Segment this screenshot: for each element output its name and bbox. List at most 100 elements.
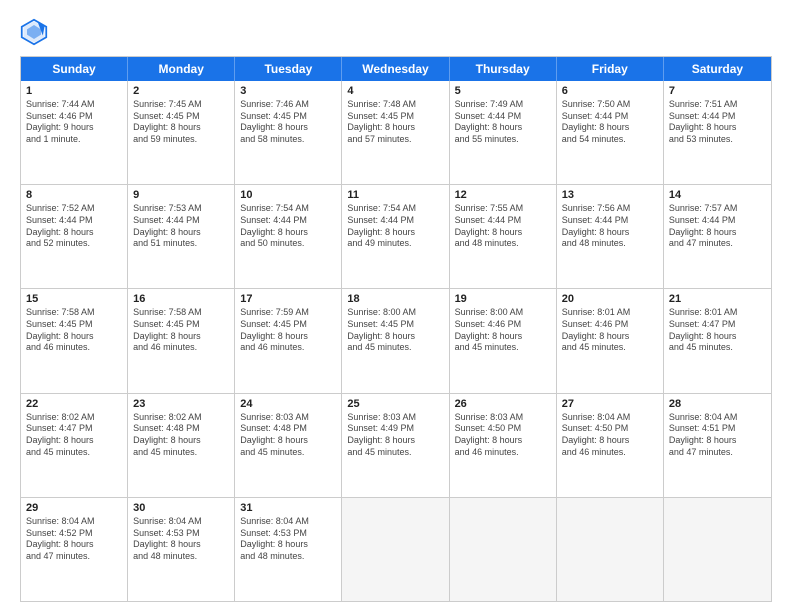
cell-info: Sunrise: 8:02 AM Sunset: 4:47 PM Dayligh…: [26, 412, 122, 459]
day-number: 16: [133, 293, 229, 305]
calendar-row-3: 15 Sunrise: 7:58 AM Sunset: 4:45 PM Dayli…: [21, 289, 771, 393]
day-number: 4: [347, 85, 443, 97]
calendar-cell-10: 10Sunrise: 7:54 AM Sunset: 4:44 PM Dayli…: [235, 185, 342, 288]
calendar-cell-empty: [557, 498, 664, 601]
day-number: 30: [133, 502, 229, 514]
header-day-monday: Monday: [128, 57, 235, 81]
calendar-cell-12: 12 Sunrise: 7:55 AM Sunset: 4:44 PM Dayli…: [450, 185, 557, 288]
calendar-cell-4: 4Sunrise: 7:48 AM Sunset: 4:45 PM Daylig…: [342, 81, 449, 184]
cell-info: Sunrise: 7:44 AM Sunset: 4:46 PM Dayligh…: [26, 99, 122, 146]
cell-info: Sunrise: 7:52 AM Sunset: 4:44 PM Dayligh…: [26, 203, 122, 250]
calendar-row-1: 1 Sunrise: 7:44 AM Sunset: 4:46 PM Daylig…: [21, 81, 771, 185]
header: [20, 18, 772, 46]
day-number: 5: [455, 85, 551, 97]
day-number: 18: [347, 293, 443, 305]
logo: [20, 18, 50, 46]
calendar-cell-1: 1 Sunrise: 7:44 AM Sunset: 4:46 PM Daylig…: [21, 81, 128, 184]
day-number: 10: [240, 189, 336, 201]
calendar-cell-2: 2Sunrise: 7:45 AM Sunset: 4:45 PM Daylig…: [128, 81, 235, 184]
calendar-cell-empty: [450, 498, 557, 601]
logo-icon: [20, 18, 48, 46]
day-number: 2: [133, 85, 229, 97]
cell-info: Sunrise: 8:03 AM Sunset: 4:48 PM Dayligh…: [240, 412, 336, 459]
calendar-cell-27: 27 Sunrise: 8:04 AM Sunset: 4:50 PM Dayli…: [557, 394, 664, 497]
cell-info: Sunrise: 7:59 AM Sunset: 4:45 PM Dayligh…: [240, 307, 336, 354]
calendar-cell-empty: [664, 498, 771, 601]
day-number: 13: [562, 189, 658, 201]
calendar-cell-24: 24 Sunrise: 8:03 AM Sunset: 4:48 PM Dayli…: [235, 394, 342, 497]
calendar-body: 1 Sunrise: 7:44 AM Sunset: 4:46 PM Daylig…: [21, 81, 771, 601]
cell-info: Sunrise: 8:03 AM Sunset: 4:50 PM Dayligh…: [455, 412, 551, 459]
day-number: 12: [455, 189, 551, 201]
calendar-row-2: 8 Sunrise: 7:52 AM Sunset: 4:44 PM Daylig…: [21, 185, 771, 289]
cell-info: Sunrise: 7:54 AM Sunset: 4:44 PM Dayligh…: [347, 203, 443, 250]
calendar-cell-empty: [342, 498, 449, 601]
calendar-cell-3: 3 Sunrise: 7:46 AM Sunset: 4:45 PM Daylig…: [235, 81, 342, 184]
day-number: 3: [240, 85, 336, 97]
day-number: 8: [26, 189, 122, 201]
calendar-row-5: 29 Sunrise: 8:04 AM Sunset: 4:52 PM Dayli…: [21, 498, 771, 601]
day-number: 15: [26, 293, 122, 305]
day-number: 6: [562, 85, 658, 97]
cell-info: Sunrise: 8:04 AM Sunset: 4:51 PM Dayligh…: [669, 412, 766, 459]
cell-info: Sunrise: 8:01 AM Sunset: 4:46 PM Dayligh…: [562, 307, 658, 354]
cell-info: Sunrise: 7:46 AM Sunset: 4:45 PM Dayligh…: [240, 99, 336, 146]
cell-info: Sunrise: 8:04 AM Sunset: 4:52 PM Dayligh…: [26, 516, 122, 563]
cell-info: Sunrise: 7:51 AM Sunset: 4:44 PM Dayligh…: [669, 99, 766, 146]
calendar-row-4: 22 Sunrise: 8:02 AM Sunset: 4:47 PM Dayli…: [21, 394, 771, 498]
cell-info: Sunrise: 7:56 AM Sunset: 4:44 PM Dayligh…: [562, 203, 658, 250]
header-day-saturday: Saturday: [664, 57, 771, 81]
day-number: 27: [562, 398, 658, 410]
calendar-cell-29: 29 Sunrise: 8:04 AM Sunset: 4:52 PM Dayli…: [21, 498, 128, 601]
day-number: 14: [669, 189, 766, 201]
day-number: 22: [26, 398, 122, 410]
calendar-header: SundayMondayTuesdayWednesdayThursdayFrid…: [21, 57, 771, 81]
calendar-cell-20: 20 Sunrise: 8:01 AM Sunset: 4:46 PM Dayli…: [557, 289, 664, 392]
calendar-cell-15: 15 Sunrise: 7:58 AM Sunset: 4:45 PM Dayli…: [21, 289, 128, 392]
day-number: 26: [455, 398, 551, 410]
calendar-cell-28: 28 Sunrise: 8:04 AM Sunset: 4:51 PM Dayli…: [664, 394, 771, 497]
header-day-tuesday: Tuesday: [235, 57, 342, 81]
calendar-cell-19: 19Sunrise: 8:00 AM Sunset: 4:46 PM Dayli…: [450, 289, 557, 392]
day-number: 28: [669, 398, 766, 410]
calendar-cell-16: 16 Sunrise: 7:58 AM Sunset: 4:45 PM Dayli…: [128, 289, 235, 392]
cell-info: Sunrise: 8:04 AM Sunset: 4:50 PM Dayligh…: [562, 412, 658, 459]
calendar-cell-21: 21Sunrise: 8:01 AM Sunset: 4:47 PM Dayli…: [664, 289, 771, 392]
calendar-cell-6: 6 Sunrise: 7:50 AM Sunset: 4:44 PM Daylig…: [557, 81, 664, 184]
cell-info: Sunrise: 7:57 AM Sunset: 4:44 PM Dayligh…: [669, 203, 766, 250]
calendar-cell-31: 31 Sunrise: 8:04 AM Sunset: 4:53 PM Dayli…: [235, 498, 342, 601]
cell-info: Sunrise: 7:58 AM Sunset: 4:45 PM Dayligh…: [26, 307, 122, 354]
calendar-cell-30: 30 Sunrise: 8:04 AM Sunset: 4:53 PM Dayli…: [128, 498, 235, 601]
day-number: 1: [26, 85, 122, 97]
cell-info: Sunrise: 8:04 AM Sunset: 4:53 PM Dayligh…: [133, 516, 229, 563]
cell-info: Sunrise: 8:02 AM Sunset: 4:48 PM Dayligh…: [133, 412, 229, 459]
calendar-cell-11: 11 Sunrise: 7:54 AM Sunset: 4:44 PM Dayli…: [342, 185, 449, 288]
calendar-cell-7: 7 Sunrise: 7:51 AM Sunset: 4:44 PM Daylig…: [664, 81, 771, 184]
day-number: 23: [133, 398, 229, 410]
cell-info: Sunrise: 7:58 AM Sunset: 4:45 PM Dayligh…: [133, 307, 229, 354]
calendar: SundayMondayTuesdayWednesdayThursdayFrid…: [20, 56, 772, 602]
calendar-cell-25: 25Sunrise: 8:03 AM Sunset: 4:49 PM Dayli…: [342, 394, 449, 497]
day-number: 24: [240, 398, 336, 410]
day-number: 29: [26, 502, 122, 514]
cell-info: Sunrise: 8:04 AM Sunset: 4:53 PM Dayligh…: [240, 516, 336, 563]
calendar-cell-13: 13 Sunrise: 7:56 AM Sunset: 4:44 PM Dayli…: [557, 185, 664, 288]
cell-info: Sunrise: 7:55 AM Sunset: 4:44 PM Dayligh…: [455, 203, 551, 250]
header-day-friday: Friday: [557, 57, 664, 81]
header-day-wednesday: Wednesday: [342, 57, 449, 81]
day-number: 9: [133, 189, 229, 201]
day-number: 11: [347, 189, 443, 201]
day-number: 20: [562, 293, 658, 305]
day-number: 7: [669, 85, 766, 97]
calendar-cell-17: 17Sunrise: 7:59 AM Sunset: 4:45 PM Dayli…: [235, 289, 342, 392]
cell-info: Sunrise: 7:50 AM Sunset: 4:44 PM Dayligh…: [562, 99, 658, 146]
calendar-cell-18: 18Sunrise: 8:00 AM Sunset: 4:45 PM Dayli…: [342, 289, 449, 392]
calendar-cell-14: 14 Sunrise: 7:57 AM Sunset: 4:44 PM Dayli…: [664, 185, 771, 288]
day-number: 31: [240, 502, 336, 514]
cell-info: Sunrise: 7:49 AM Sunset: 4:44 PM Dayligh…: [455, 99, 551, 146]
day-number: 19: [455, 293, 551, 305]
day-number: 25: [347, 398, 443, 410]
header-day-sunday: Sunday: [21, 57, 128, 81]
calendar-cell-9: 9Sunrise: 7:53 AM Sunset: 4:44 PM Daylig…: [128, 185, 235, 288]
page: SundayMondayTuesdayWednesdayThursdayFrid…: [0, 0, 792, 612]
